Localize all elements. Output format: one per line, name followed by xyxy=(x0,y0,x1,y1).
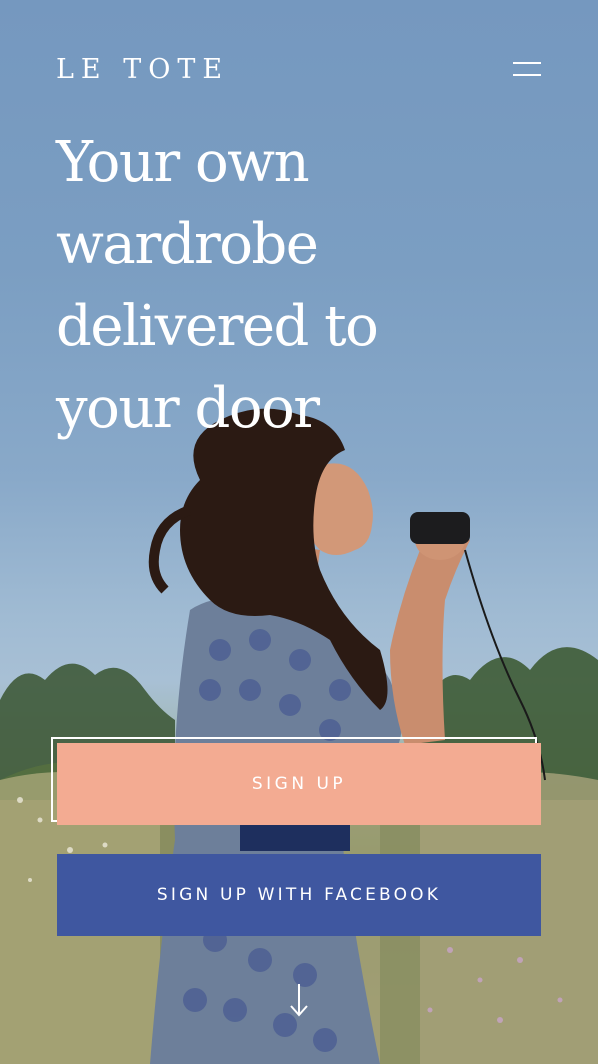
hamburger-menu-icon[interactable] xyxy=(506,56,548,84)
headline-line-4: your door xyxy=(56,376,320,441)
model-photo xyxy=(148,408,546,1064)
headline-line-2: wardrobe xyxy=(56,212,319,277)
brand-logo[interactable]: LE TOTE xyxy=(56,54,229,85)
landing-screen: LE TOTE Your own wardrobe delivered to y… xyxy=(0,0,598,1064)
signup-button[interactable]: SIGN UP xyxy=(57,743,541,825)
hero-headline: Your own wardrobe delivered to your door xyxy=(56,122,456,450)
menu-line-top xyxy=(513,62,541,64)
menu-line-bottom xyxy=(513,74,541,76)
arrow-down-icon[interactable] xyxy=(286,982,312,1018)
headline-line-3: delivered to xyxy=(56,294,379,359)
signup-facebook-button[interactable]: SIGN UP WITH FACEBOOK xyxy=(57,854,541,936)
headline-line-1: Your own xyxy=(56,130,310,195)
